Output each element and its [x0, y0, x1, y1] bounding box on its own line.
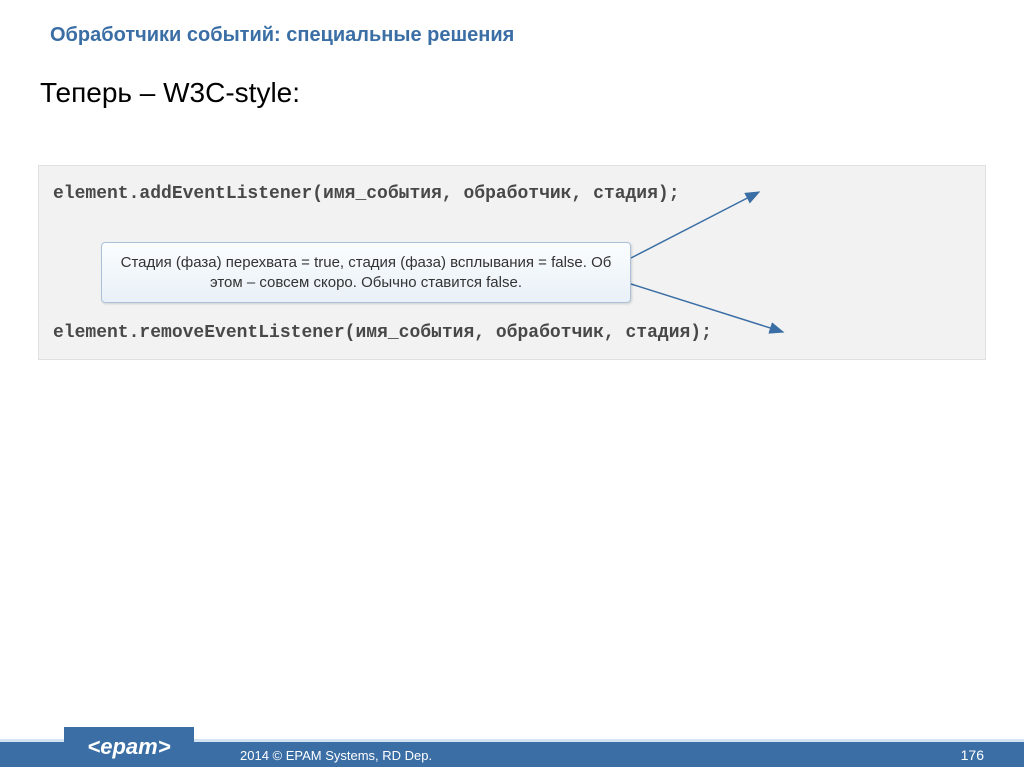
logo-epam: <epam> [64, 727, 194, 767]
code-line-2: element.removeEventListener(имя_события,… [53, 323, 712, 343]
slide-title: Обработчики событий: специальные решения [0, 0, 1024, 47]
code-line-1: element.addEventListener(имя_события, об… [53, 184, 971, 204]
code-box: element.addEventListener(имя_события, об… [38, 165, 986, 360]
copyright-text: 2014 © EPAM Systems, RD Dep. [240, 748, 432, 763]
page-number: 176 [961, 747, 984, 763]
callout-box: Стадия (фаза) перехвата = true, стадия (… [101, 242, 631, 303]
subtitle: Теперь – W3C-style: [0, 47, 1024, 109]
